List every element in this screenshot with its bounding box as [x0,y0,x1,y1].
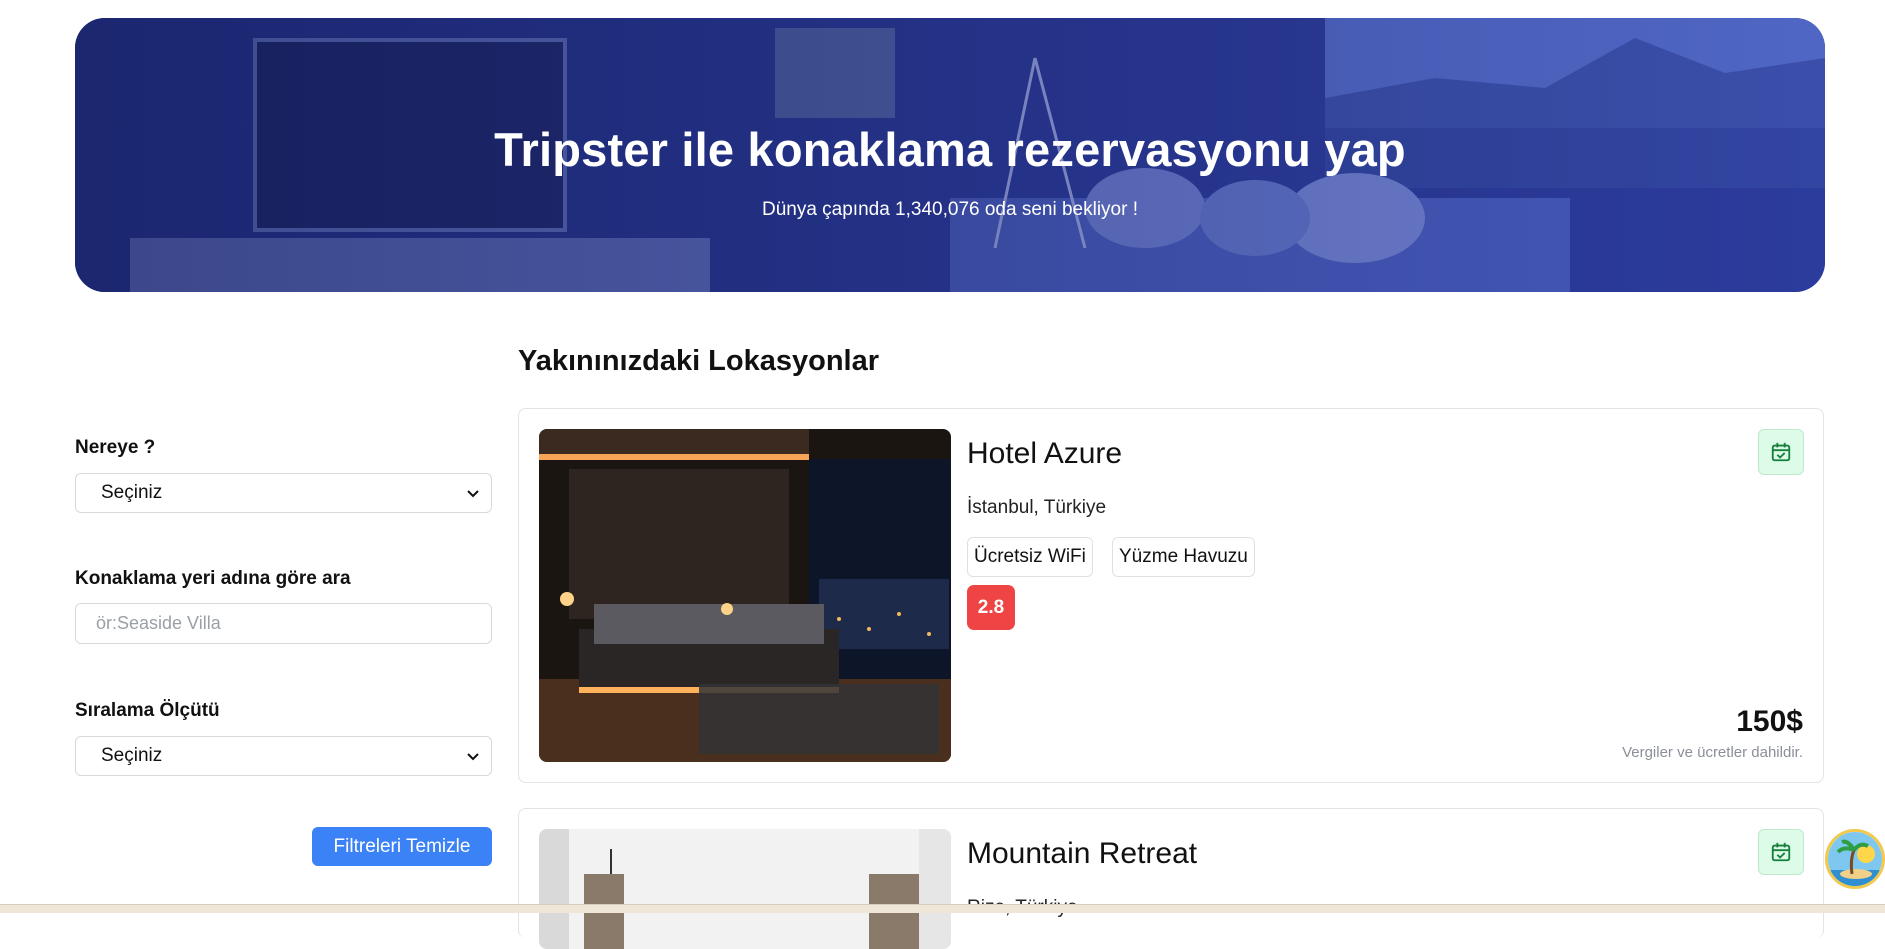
hero-subtitle: Dünya çapında 1,340,076 oda seni bekliyo… [761,199,1139,220]
chevron-down-icon [467,753,479,761]
name-search-input[interactable]: ör:Seaside Villa [75,603,492,644]
rating-badge: 2.8 [967,585,1015,630]
hotel-photo [539,429,951,762]
sort-select[interactable]: Seçiniz [75,736,492,776]
name-search-placeholder: ör:Seaside Villa [96,613,221,633]
name-search-label: Konaklama yeri adına göre ara [75,568,351,589]
hotel-name[interactable]: Mountain Retreat [967,837,1197,871]
calendar-check-icon [1771,842,1791,862]
amenity-tag: Ücretsiz WiFi [967,537,1093,577]
hero-title: Tripster ile konaklama rezervasyonu yap [494,123,1406,176]
reserve-button[interactable] [1758,829,1804,875]
calendar-check-icon [1771,442,1791,462]
sort-select-value: Seçiniz [101,745,163,766]
sort-label: Sıralama Ölçütü [75,700,220,721]
floating-assistant-button[interactable] [1825,829,1885,889]
hotel-name[interactable]: Hotel Azure [967,437,1122,471]
price: 150$ [1736,705,1803,738]
destination-select-value: Seçiniz [101,482,163,503]
reserve-button[interactable] [1758,429,1804,475]
hotel-location: İstanbul, Türkiye [967,497,1107,518]
amenity-tag: Yüzme Havuzu [1112,537,1255,577]
chevron-down-icon [467,490,479,498]
destination-select[interactable]: Seçiniz [75,473,492,513]
price-note: Vergiler ve ücretler dahildir. [1622,744,1803,761]
palm-island-icon [1828,832,1882,886]
hero-banner: Tripster ile konaklama rezervasyonu yap … [75,18,1825,292]
hotel-photo [539,829,951,949]
clear-filters-button[interactable]: Filtreleri Temizle [312,827,492,866]
section-title: Yakınınızdaki Lokasyonlar [518,345,880,377]
hotel-card[interactable]: Hotel Azure İstanbul, Türkiye Ücretsiz W… [518,408,1824,783]
hotel-card[interactable]: Mountain Retreat Rize, Türkiye [518,808,1824,949]
destination-label: Nereye ? [75,437,156,458]
